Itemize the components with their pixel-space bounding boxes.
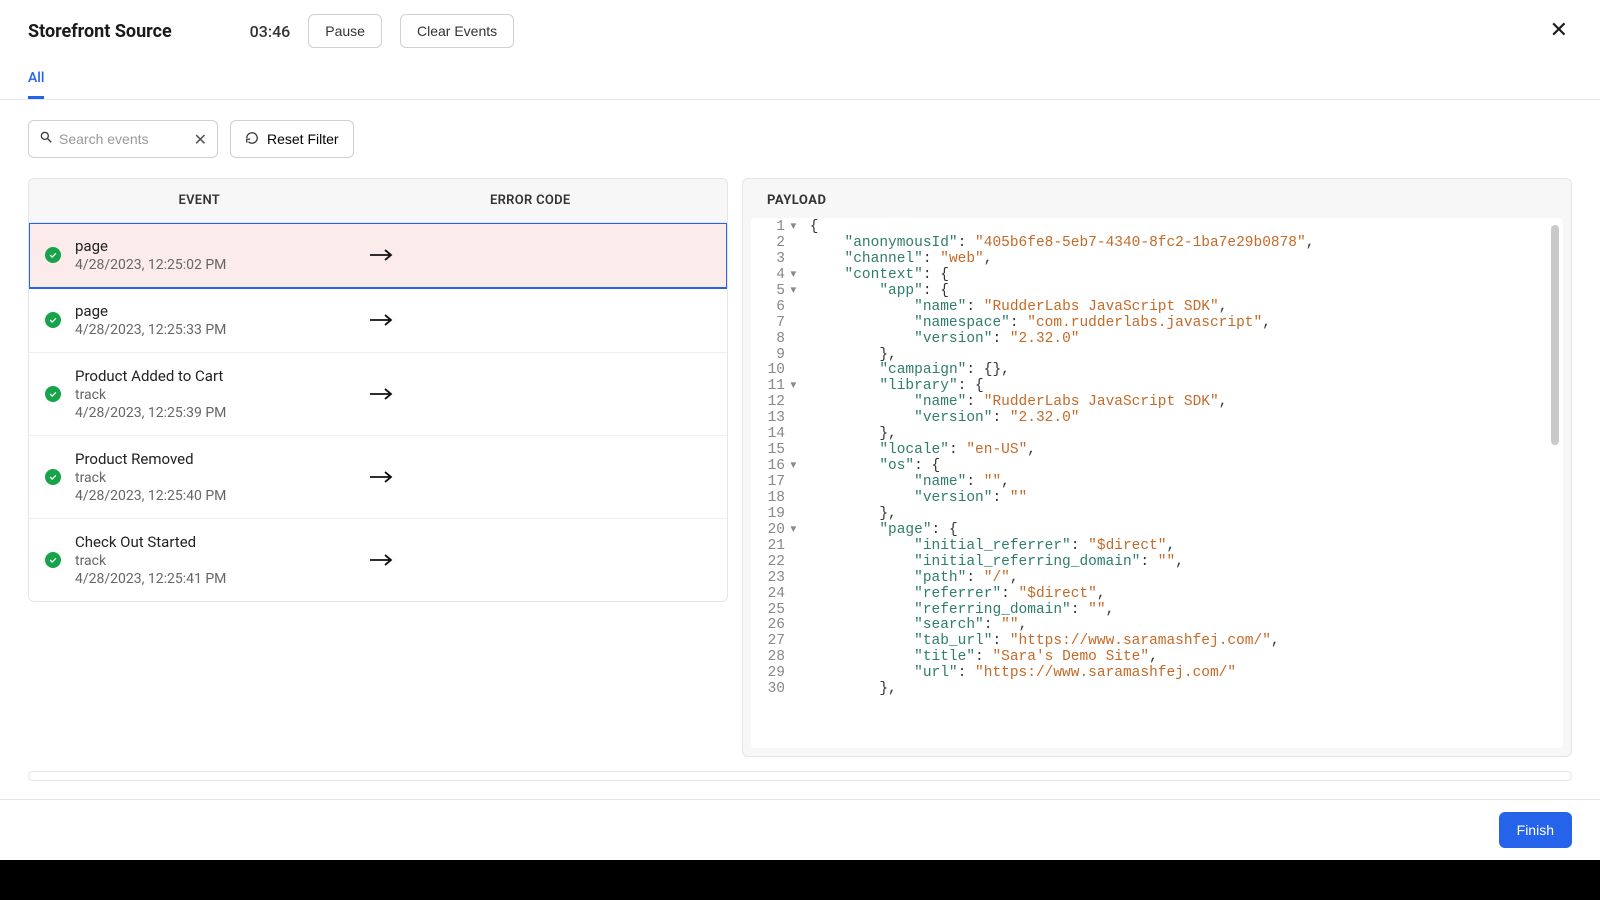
footer-divider-card [28, 771, 1572, 781]
arrow-right-icon [339, 385, 711, 403]
status-success-icon [45, 312, 61, 328]
event-timestamp: 4/28/2023, 12:25:02 PM [75, 257, 325, 273]
bottom-black-bar [0, 860, 1600, 900]
event-row[interactable]: page 4/28/2023, 12:25:02 PM [29, 223, 727, 288]
payload-panel: PAYLOAD 1▾ { 2 "anonymousId": "405b6fe8-… [742, 178, 1572, 757]
refresh-icon [245, 131, 259, 148]
status-success-icon [45, 469, 61, 485]
events-panel: EVENT ERROR CODE page 4/28/2023, 12:25:02… [28, 178, 728, 757]
event-type: page [75, 237, 325, 255]
arrow-right-icon [339, 468, 711, 486]
event-title: Check Out Started [75, 533, 325, 551]
search-icon [39, 130, 53, 148]
reset-filter-button[interactable]: Reset Filter [230, 120, 354, 158]
search-input[interactable] [59, 131, 188, 147]
scrollbar-thumb[interactable] [1551, 225, 1559, 445]
event-timestamp: 4/28/2023, 12:25:33 PM [75, 322, 325, 338]
event-timestamp: 4/28/2023, 12:25:41 PM [75, 571, 325, 587]
search-box: ✕ [28, 120, 218, 158]
event-row[interactable]: Product Removed track 4/28/2023, 12:25:40 … [29, 436, 727, 519]
event-type: track [75, 553, 325, 569]
events-list: page 4/28/2023, 12:25:02 PM page 4/28/2023,… [28, 223, 728, 602]
payload-code[interactable]: 1▾ { 2 "anonymousId": "405b6fe8-5eb7-434… [751, 218, 1563, 748]
payload-header: PAYLOAD [743, 179, 1571, 218]
header: Storefront Source 03:46 Pause Clear Even… [0, 0, 1600, 62]
arrow-right-icon [339, 311, 711, 329]
event-text: page 4/28/2023, 12:25:02 PM [75, 237, 325, 273]
event-type: track [75, 470, 325, 486]
event-type: track [75, 387, 325, 403]
event-row[interactable]: Check Out Started track 4/28/2023, 12:25:4… [29, 519, 727, 601]
events-header: EVENT ERROR CODE [28, 178, 728, 223]
event-type: page [75, 302, 325, 320]
elapsed-time: 03:46 [250, 22, 291, 41]
main: EVENT ERROR CODE page 4/28/2023, 12:25:02… [0, 178, 1600, 757]
status-success-icon [45, 247, 61, 263]
arrow-right-icon [339, 551, 711, 569]
event-row[interactable]: page 4/28/2023, 12:25:33 PM [29, 288, 727, 353]
event-text: Product Added to Cart track 4/28/2023, 12:… [75, 367, 325, 421]
page-title: Storefront Source [28, 21, 172, 42]
column-event: EVENT [47, 193, 352, 208]
reset-filter-label: Reset Filter [267, 131, 339, 147]
event-text: page 4/28/2023, 12:25:33 PM [75, 302, 325, 338]
footer: Finish [0, 800, 1600, 860]
pause-button[interactable]: Pause [308, 14, 382, 48]
event-timestamp: 4/28/2023, 12:25:40 PM [75, 488, 325, 504]
column-error-code: ERROR CODE [352, 193, 709, 208]
event-title: Product Removed [75, 450, 325, 468]
search-clear-icon[interactable]: ✕ [194, 130, 207, 149]
tabs: All [0, 62, 1600, 100]
clear-events-button[interactable]: Clear Events [400, 14, 514, 48]
event-title: Product Added to Cart [75, 367, 325, 385]
event-timestamp: 4/28/2023, 12:25:39 PM [75, 405, 325, 421]
event-text: Check Out Started track 4/28/2023, 12:25:4… [75, 533, 325, 587]
status-success-icon [45, 386, 61, 402]
status-success-icon [45, 552, 61, 568]
event-row[interactable]: Product Added to Cart track 4/28/2023, 12:… [29, 353, 727, 436]
finish-button[interactable]: Finish [1499, 812, 1572, 848]
arrow-right-icon [339, 246, 711, 264]
tab-all[interactable]: All [28, 62, 44, 99]
event-text: Product Removed track 4/28/2023, 12:25:40 … [75, 450, 325, 504]
filter-bar: ✕ Reset Filter [0, 100, 1600, 178]
close-icon[interactable]: ✕ [1546, 16, 1572, 46]
